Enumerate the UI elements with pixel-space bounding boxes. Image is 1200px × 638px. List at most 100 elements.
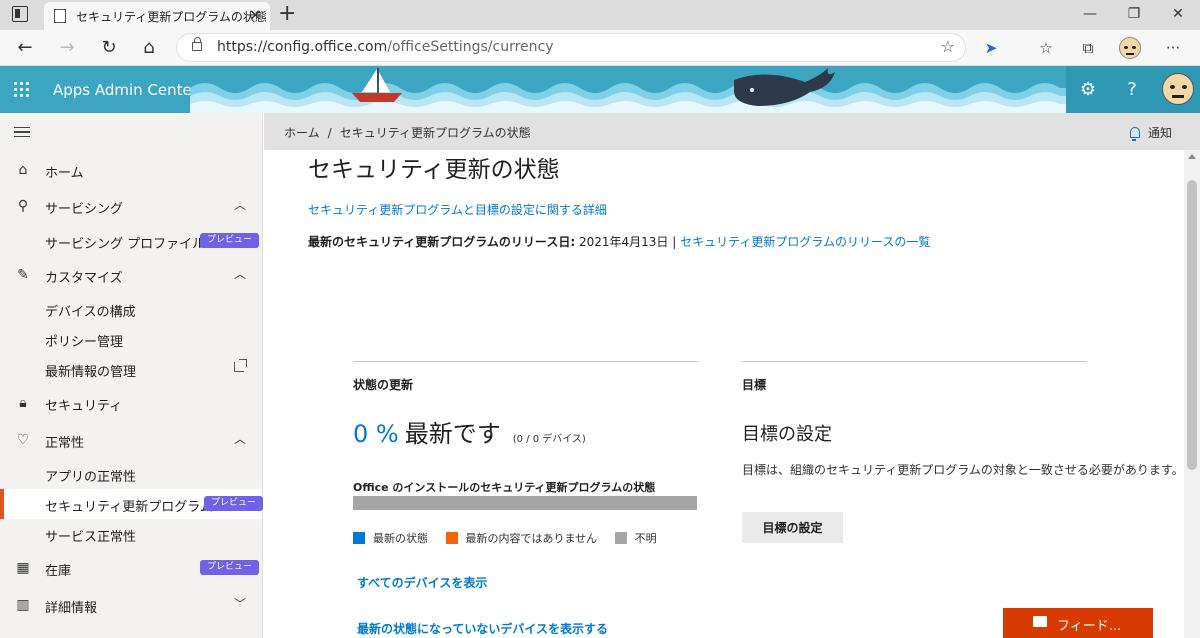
minimize-icon[interactable]: —: [1068, 3, 1112, 25]
app-title[interactable]: Apps Admin Center: [53, 81, 198, 99]
browser-toolbar: ← → ↻ ⌂ https://config.office.com/office…: [0, 30, 1200, 66]
status-card: 状態の更新 0 % 最新です (0 / 0 デバイス) Office のインストール…: [353, 361, 698, 636]
latest-percent: 0 %: [353, 420, 399, 448]
release-list-link[interactable]: セキュリティ更新プログラムのリリースの一覧: [680, 235, 930, 249]
details-link[interactable]: セキュリティ更新プログラムと目標の設定に関する詳細: [308, 201, 607, 218]
breadcrumb-separator: /: [327, 126, 332, 140]
content-scrollbar[interactable]: [1184, 150, 1200, 638]
feedback-label: フィード...: [1057, 619, 1122, 634]
breadcrumb-home[interactable]: ホーム: [284, 126, 320, 140]
legend-item-outdated: 最新の内容ではありません: [445, 532, 597, 545]
sidebar-item-label: ホーム: [45, 166, 84, 181]
notifications-label: 通知: [1148, 126, 1173, 140]
refresh-icon[interactable]: ↻: [96, 35, 122, 61]
header-theme-illustration: [190, 68, 1070, 113]
preview-badge: プレビュー: [200, 233, 260, 248]
view-all-devices-link[interactable]: すべてのデバイスを表示: [357, 574, 487, 591]
chevron-up-icon[interactable]: ︿: [234, 430, 246, 447]
app-launcher-icon[interactable]: [14, 82, 30, 98]
breadcrumb-bar: ホーム / セキュリティ更新プログラムの状態 通知: [264, 113, 1200, 150]
sidebar-item-label: セキュリティ: [45, 399, 123, 414]
chevron-down-icon[interactable]: ﹀: [234, 595, 246, 612]
forward-icon[interactable]: →: [54, 35, 80, 61]
progress-label: Office のインストールのセキュリティ更新プログラムの状態: [353, 481, 656, 494]
sidebar-item-label: 最新情報の管理: [45, 365, 137, 380]
help-icon[interactable]: ?: [1116, 74, 1148, 106]
legend-swatch: [445, 532, 458, 544]
sidebar-item-servicing[interactable]: ⚲ サービシング ︿: [0, 191, 262, 221]
lock-icon: 🔒︎: [19, 395, 27, 411]
sidebar-item-security[interactable]: 🔒︎ セキュリティ: [0, 388, 262, 418]
collapse-menu-icon[interactable]: [14, 127, 30, 137]
latest-word: 最新です: [404, 420, 501, 448]
sidebar-item-device-config[interactable]: デバイスの構成: [0, 294, 262, 324]
notifications-button[interactable]: 通知: [1130, 124, 1172, 141]
home-icon: ⌂: [18, 162, 28, 178]
tab-close-icon[interactable]: ×: [249, 5, 262, 24]
add-favorite-icon[interactable]: ☆: [941, 37, 955, 56]
feedback-button[interactable]: フィード...: [1003, 608, 1153, 638]
home-page-icon[interactable]: ⌂: [136, 35, 162, 61]
browser-tab-strip: セキュリティ更新プログラムの状態 × + — ❐ ✕: [0, 0, 1200, 30]
release-date: 2021年4月13日: [578, 235, 669, 249]
tab-title: セキュリティ更新プログラムの状態: [76, 10, 267, 24]
restore-icon[interactable]: ❐: [1112, 3, 1156, 25]
table-icon: ▦: [16, 560, 30, 576]
browser-profile-icon[interactable]: [1119, 37, 1141, 59]
more-options-icon[interactable]: ···: [1160, 35, 1186, 61]
sidebar-item-health[interactable]: ♡ 正常性 ︿: [0, 425, 262, 455]
sidebar-item-label: 在庫: [45, 564, 72, 579]
servicing-icon: ⚲: [17, 198, 29, 214]
breadcrumb: ホーム / セキュリティ更新プログラムの状態: [284, 124, 531, 141]
back-icon[interactable]: ←: [12, 35, 38, 61]
settings-gear-icon[interactable]: ⚙: [1072, 74, 1104, 106]
page-title: セキュリティ更新の状態: [308, 157, 560, 183]
new-tab-icon[interactable]: +: [278, 1, 296, 27]
sidebar-item-learn-more[interactable]: ▥ 詳細情報 ﹀: [0, 590, 262, 620]
chevron-up-icon[interactable]: ︿: [234, 265, 246, 282]
set-goal-button[interactable]: 目標の設定: [742, 512, 843, 543]
sidebar-item-security-updates[interactable]: セキュリティ更新プログラム... プレビュー: [0, 489, 264, 519]
sidebar-item-servicing-profile[interactable]: サービシング プロファイル プレビュー: [0, 226, 262, 256]
secure-lock-icon[interactable]: [192, 37, 202, 51]
status-card-heading: 状態の更新: [353, 378, 414, 392]
sidebar-item-label: ポリシー管理: [45, 335, 124, 350]
favorites-icon[interactable]: ☆: [1033, 35, 1059, 61]
main-content: セキュリティ更新の状態 セキュリティ更新プログラムと目標の設定に関する詳細 最新…: [264, 150, 1184, 638]
view-outdated-devices-link[interactable]: 最新の状態になっていないデバイスを表示する: [357, 620, 608, 637]
tab-actions-icon[interactable]: [12, 6, 28, 22]
customize-icon: ✎: [17, 267, 29, 283]
sidebar-item-label: カスタマイズ: [45, 271, 123, 286]
external-link-icon: [234, 359, 247, 372]
sidebar-item-inventory[interactable]: ▦ 在庫 プレビュー: [0, 553, 262, 583]
status-legend: 最新の状態 最新の内容ではありません 不明: [353, 530, 671, 546]
preview-badge: プレビュー: [200, 560, 260, 575]
legend-item-unknown: 不明: [614, 532, 657, 545]
goal-card: 目標 目標の設定 目標は、組織のセキュリティ更新プログラムの対象と一致させる必要…: [742, 361, 1184, 543]
status-progress-bar: [353, 496, 697, 510]
sidebar-item-policy[interactable]: ポリシー管理: [0, 324, 262, 354]
scroll-thumb[interactable]: [1187, 180, 1197, 470]
preview-badge: プレビュー: [204, 496, 264, 511]
sidebar-item-whats-new[interactable]: 最新情報の管理: [0, 354, 262, 384]
book-icon: ▥: [16, 597, 30, 613]
sidebar-item-customize[interactable]: ✎ カスタマイズ ︿: [0, 260, 262, 290]
extension-icon[interactable]: ➤: [978, 35, 1004, 61]
goal-title: 目標の設定: [742, 424, 832, 445]
sidebar-item-label: 詳細情報: [45, 601, 98, 616]
bell-icon: [1130, 127, 1140, 141]
window-close-icon[interactable]: ✕: [1156, 3, 1200, 25]
legend-swatch: [353, 532, 365, 544]
sidebar-item-label: サービス正常性: [45, 530, 137, 545]
sidebar-item-app-health[interactable]: アプリの正常性: [0, 459, 262, 489]
sidebar-item-service-health[interactable]: サービス正常性: [0, 519, 262, 549]
user-avatar[interactable]: [1162, 73, 1194, 105]
browser-tab[interactable]: セキュリティ更新プログラムの状態 ×: [44, 2, 270, 30]
legend-swatch: [614, 532, 627, 544]
collections-icon[interactable]: ⧉: [1075, 35, 1101, 61]
breadcrumb-current: セキュリティ更新プログラムの状態: [339, 126, 531, 140]
sidebar-item-home[interactable]: ⌂ ホーム: [0, 155, 262, 185]
address-bar[interactable]: https://config.office.com/officeSettings…: [176, 33, 966, 62]
scroll-up-icon[interactable]: [1188, 154, 1196, 159]
chevron-up-icon[interactable]: ︿: [234, 196, 246, 213]
